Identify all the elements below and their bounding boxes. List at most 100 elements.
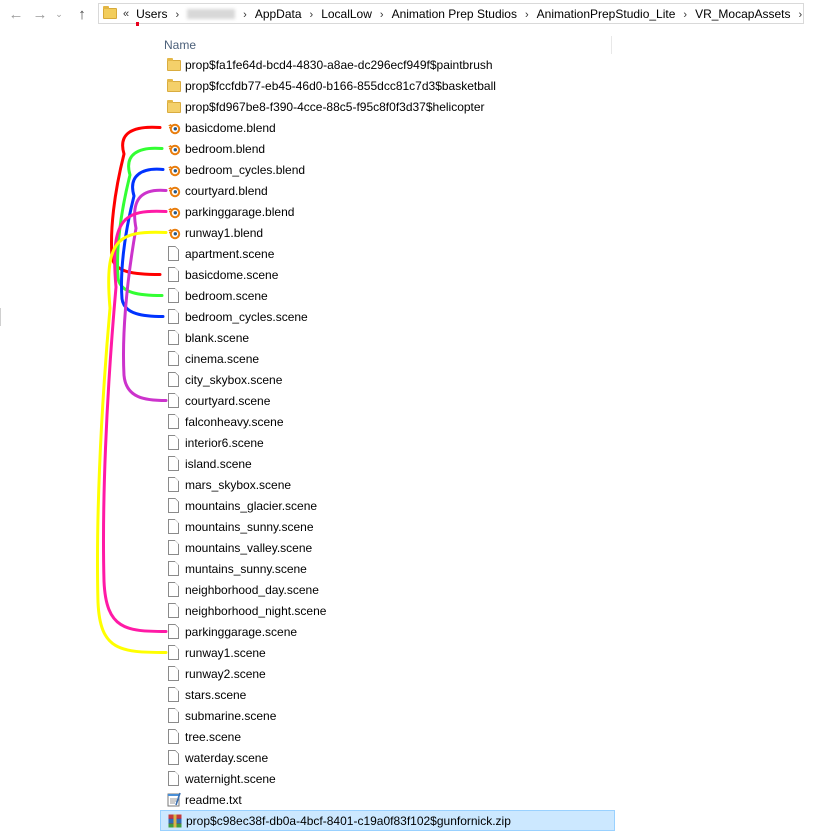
file-row[interactable]: readme.txt bbox=[160, 789, 615, 810]
file-name: falconheavy.scene bbox=[185, 414, 284, 429]
column-header-name[interactable]: Name bbox=[160, 36, 612, 54]
file-row[interactable]: prop$fd967be8-f390-4cce-88c5-f95c8f0f3d3… bbox=[160, 96, 615, 117]
annotation-link-line bbox=[120, 167, 165, 318]
back-arrow-icon[interactable]: ← bbox=[6, 4, 26, 24]
file-row[interactable]: runway2.scene bbox=[160, 663, 615, 684]
up-arrow-icon[interactable]: ↑ bbox=[72, 4, 92, 24]
document-file-icon bbox=[167, 686, 181, 703]
file-name: bedroom_cycles.scene bbox=[185, 309, 308, 324]
chevron-right-icon[interactable]: › bbox=[798, 9, 802, 21]
document-file-icon bbox=[167, 770, 181, 787]
breadcrumb-segment[interactable]: AppData bbox=[255, 7, 302, 21]
breadcrumb-segment[interactable]: AnimationPrepStudio_Lite bbox=[537, 7, 676, 21]
file-name: stars.scene bbox=[185, 687, 247, 702]
document-file-icon bbox=[167, 581, 181, 598]
file-row[interactable]: runway1.blend bbox=[160, 222, 615, 243]
file-row[interactable]: courtyard.blend bbox=[160, 180, 615, 201]
chevron-right-icon[interactable]: › bbox=[380, 9, 384, 21]
file-name: prop$fd967be8-f390-4cce-88c5-f95c8f0f3d3… bbox=[185, 99, 485, 114]
file-name: bedroom_cycles.blend bbox=[185, 162, 306, 177]
document-file-icon bbox=[167, 350, 181, 367]
window-edge-mark bbox=[0, 308, 1, 326]
file-row[interactable]: parkinggarage.scene bbox=[160, 621, 615, 642]
file-name: parkinggarage.scene bbox=[185, 624, 298, 639]
document-file-icon bbox=[167, 602, 181, 619]
breadcrumb-segment[interactable]: VR_MocapAssets bbox=[695, 7, 790, 21]
blender-file-icon bbox=[167, 183, 181, 199]
file-row[interactable]: cinema.scene bbox=[160, 348, 615, 369]
file-row[interactable]: waterday.scene bbox=[160, 747, 615, 768]
file-row[interactable]: bedroom_cycles.blend bbox=[160, 159, 615, 180]
breadcrumb-overflow-button[interactable]: « bbox=[123, 8, 129, 20]
chevron-right-icon[interactable]: › bbox=[525, 9, 529, 21]
file-name: interior6.scene bbox=[185, 435, 264, 450]
file-row[interactable]: bedroom_cycles.scene bbox=[160, 306, 615, 327]
file-name: prop$fccfdb77-eb45-46d0-b166-855dcc81c7d… bbox=[185, 78, 496, 93]
file-row[interactable]: island.scene bbox=[160, 453, 615, 474]
file-row[interactable]: city_skybox.scene bbox=[160, 369, 615, 390]
file-name: mountains_sunny.scene bbox=[185, 519, 314, 534]
file-name: courtyard.blend bbox=[185, 183, 268, 198]
file-name: island.scene bbox=[185, 456, 252, 471]
file-row[interactable]: bedroom.scene bbox=[160, 285, 615, 306]
file-name: neighborhood_night.scene bbox=[185, 603, 327, 618]
file-row[interactable]: falconheavy.scene bbox=[160, 411, 615, 432]
file-row[interactable]: waternight.scene bbox=[160, 768, 615, 789]
annotation-link-line bbox=[96, 230, 168, 654]
file-row[interactable]: runway1.scene bbox=[160, 642, 615, 663]
file-row[interactable]: muntains_sunny.scene bbox=[160, 558, 615, 579]
chevron-right-icon[interactable]: › bbox=[310, 9, 314, 21]
forward-arrow-icon[interactable]: → bbox=[30, 4, 50, 24]
file-name: neighborhood_day.scene bbox=[185, 582, 319, 597]
file-row[interactable]: bedroom.blend bbox=[160, 138, 615, 159]
file-name: readme.txt bbox=[185, 792, 242, 807]
breadcrumb-segment[interactable]: LocalLow bbox=[321, 7, 372, 21]
chevron-right-icon[interactable]: › bbox=[175, 9, 179, 21]
file-row[interactable]: neighborhood_night.scene bbox=[160, 600, 615, 621]
breadcrumb-segment[interactable] bbox=[187, 7, 236, 21]
archive-file-icon bbox=[168, 813, 182, 829]
breadcrumb[interactable]: « Users › › AppData › LocalLow › Animation Prep… bbox=[98, 3, 804, 24]
file-row[interactable]: mountains_sunny.scene bbox=[160, 516, 615, 537]
breadcrumb-segment[interactable]: Animation Prep Studios bbox=[392, 7, 517, 21]
file-row[interactable]: courtyard.scene bbox=[160, 390, 615, 411]
document-file-icon bbox=[167, 392, 181, 409]
document-file-icon bbox=[167, 329, 181, 346]
file-row[interactable]: neighborhood_day.scene bbox=[160, 579, 615, 600]
chevron-right-icon[interactable]: › bbox=[243, 9, 247, 21]
blender-file-icon bbox=[167, 141, 181, 157]
file-row[interactable]: submarine.scene bbox=[160, 705, 615, 726]
file-row[interactable]: interior6.scene bbox=[160, 432, 615, 453]
folder-icon bbox=[167, 99, 181, 115]
file-row[interactable]: mountains_glacier.scene bbox=[160, 495, 615, 516]
file-row[interactable]: tree.scene bbox=[160, 726, 615, 747]
folder-icon bbox=[167, 57, 181, 73]
file-row[interactable]: basicdome.scene bbox=[160, 264, 615, 285]
file-row[interactable]: prop$c98ec38f-db0a-4bcf-8401-c19a0f83f10… bbox=[160, 810, 615, 831]
file-name: tree.scene bbox=[185, 729, 242, 744]
file-name: submarine.scene bbox=[185, 708, 277, 723]
document-file-icon bbox=[167, 434, 181, 451]
file-row[interactable]: parkinggarage.blend bbox=[160, 201, 615, 222]
document-file-icon bbox=[167, 707, 181, 724]
file-name: mars_skybox.scene bbox=[185, 477, 292, 492]
file-row[interactable]: apartment.scene bbox=[160, 243, 615, 264]
file-row[interactable]: prop$fccfdb77-eb45-46d0-b166-855dcc81c7d… bbox=[160, 75, 615, 96]
file-row[interactable]: basicdome.blend bbox=[160, 117, 615, 138]
address-bar: ← → ⌄ ↑ « Users › › AppData › LocalLow › Animat… bbox=[0, 0, 816, 30]
document-file-icon bbox=[167, 623, 181, 640]
breadcrumb-segment[interactable]: Users bbox=[136, 7, 167, 21]
file-name: apartment.scene bbox=[185, 246, 275, 261]
file-row[interactable]: mars_skybox.scene bbox=[160, 474, 615, 495]
recent-locations-chevron-icon[interactable]: ⌄ bbox=[52, 4, 66, 24]
file-row[interactable]: stars.scene bbox=[160, 684, 615, 705]
file-row[interactable]: blank.scene bbox=[160, 327, 615, 348]
document-file-icon bbox=[167, 644, 181, 661]
document-file-icon bbox=[167, 728, 181, 745]
file-row[interactable]: prop$fa1fe64d-bcd4-4830-a8ae-dc296ecf949… bbox=[160, 54, 615, 75]
document-file-icon bbox=[167, 665, 181, 682]
chevron-right-icon[interactable]: › bbox=[683, 9, 687, 21]
document-file-icon bbox=[167, 413, 181, 430]
file-name: bedroom.blend bbox=[185, 141, 266, 156]
file-row[interactable]: mountains_valley.scene bbox=[160, 537, 615, 558]
